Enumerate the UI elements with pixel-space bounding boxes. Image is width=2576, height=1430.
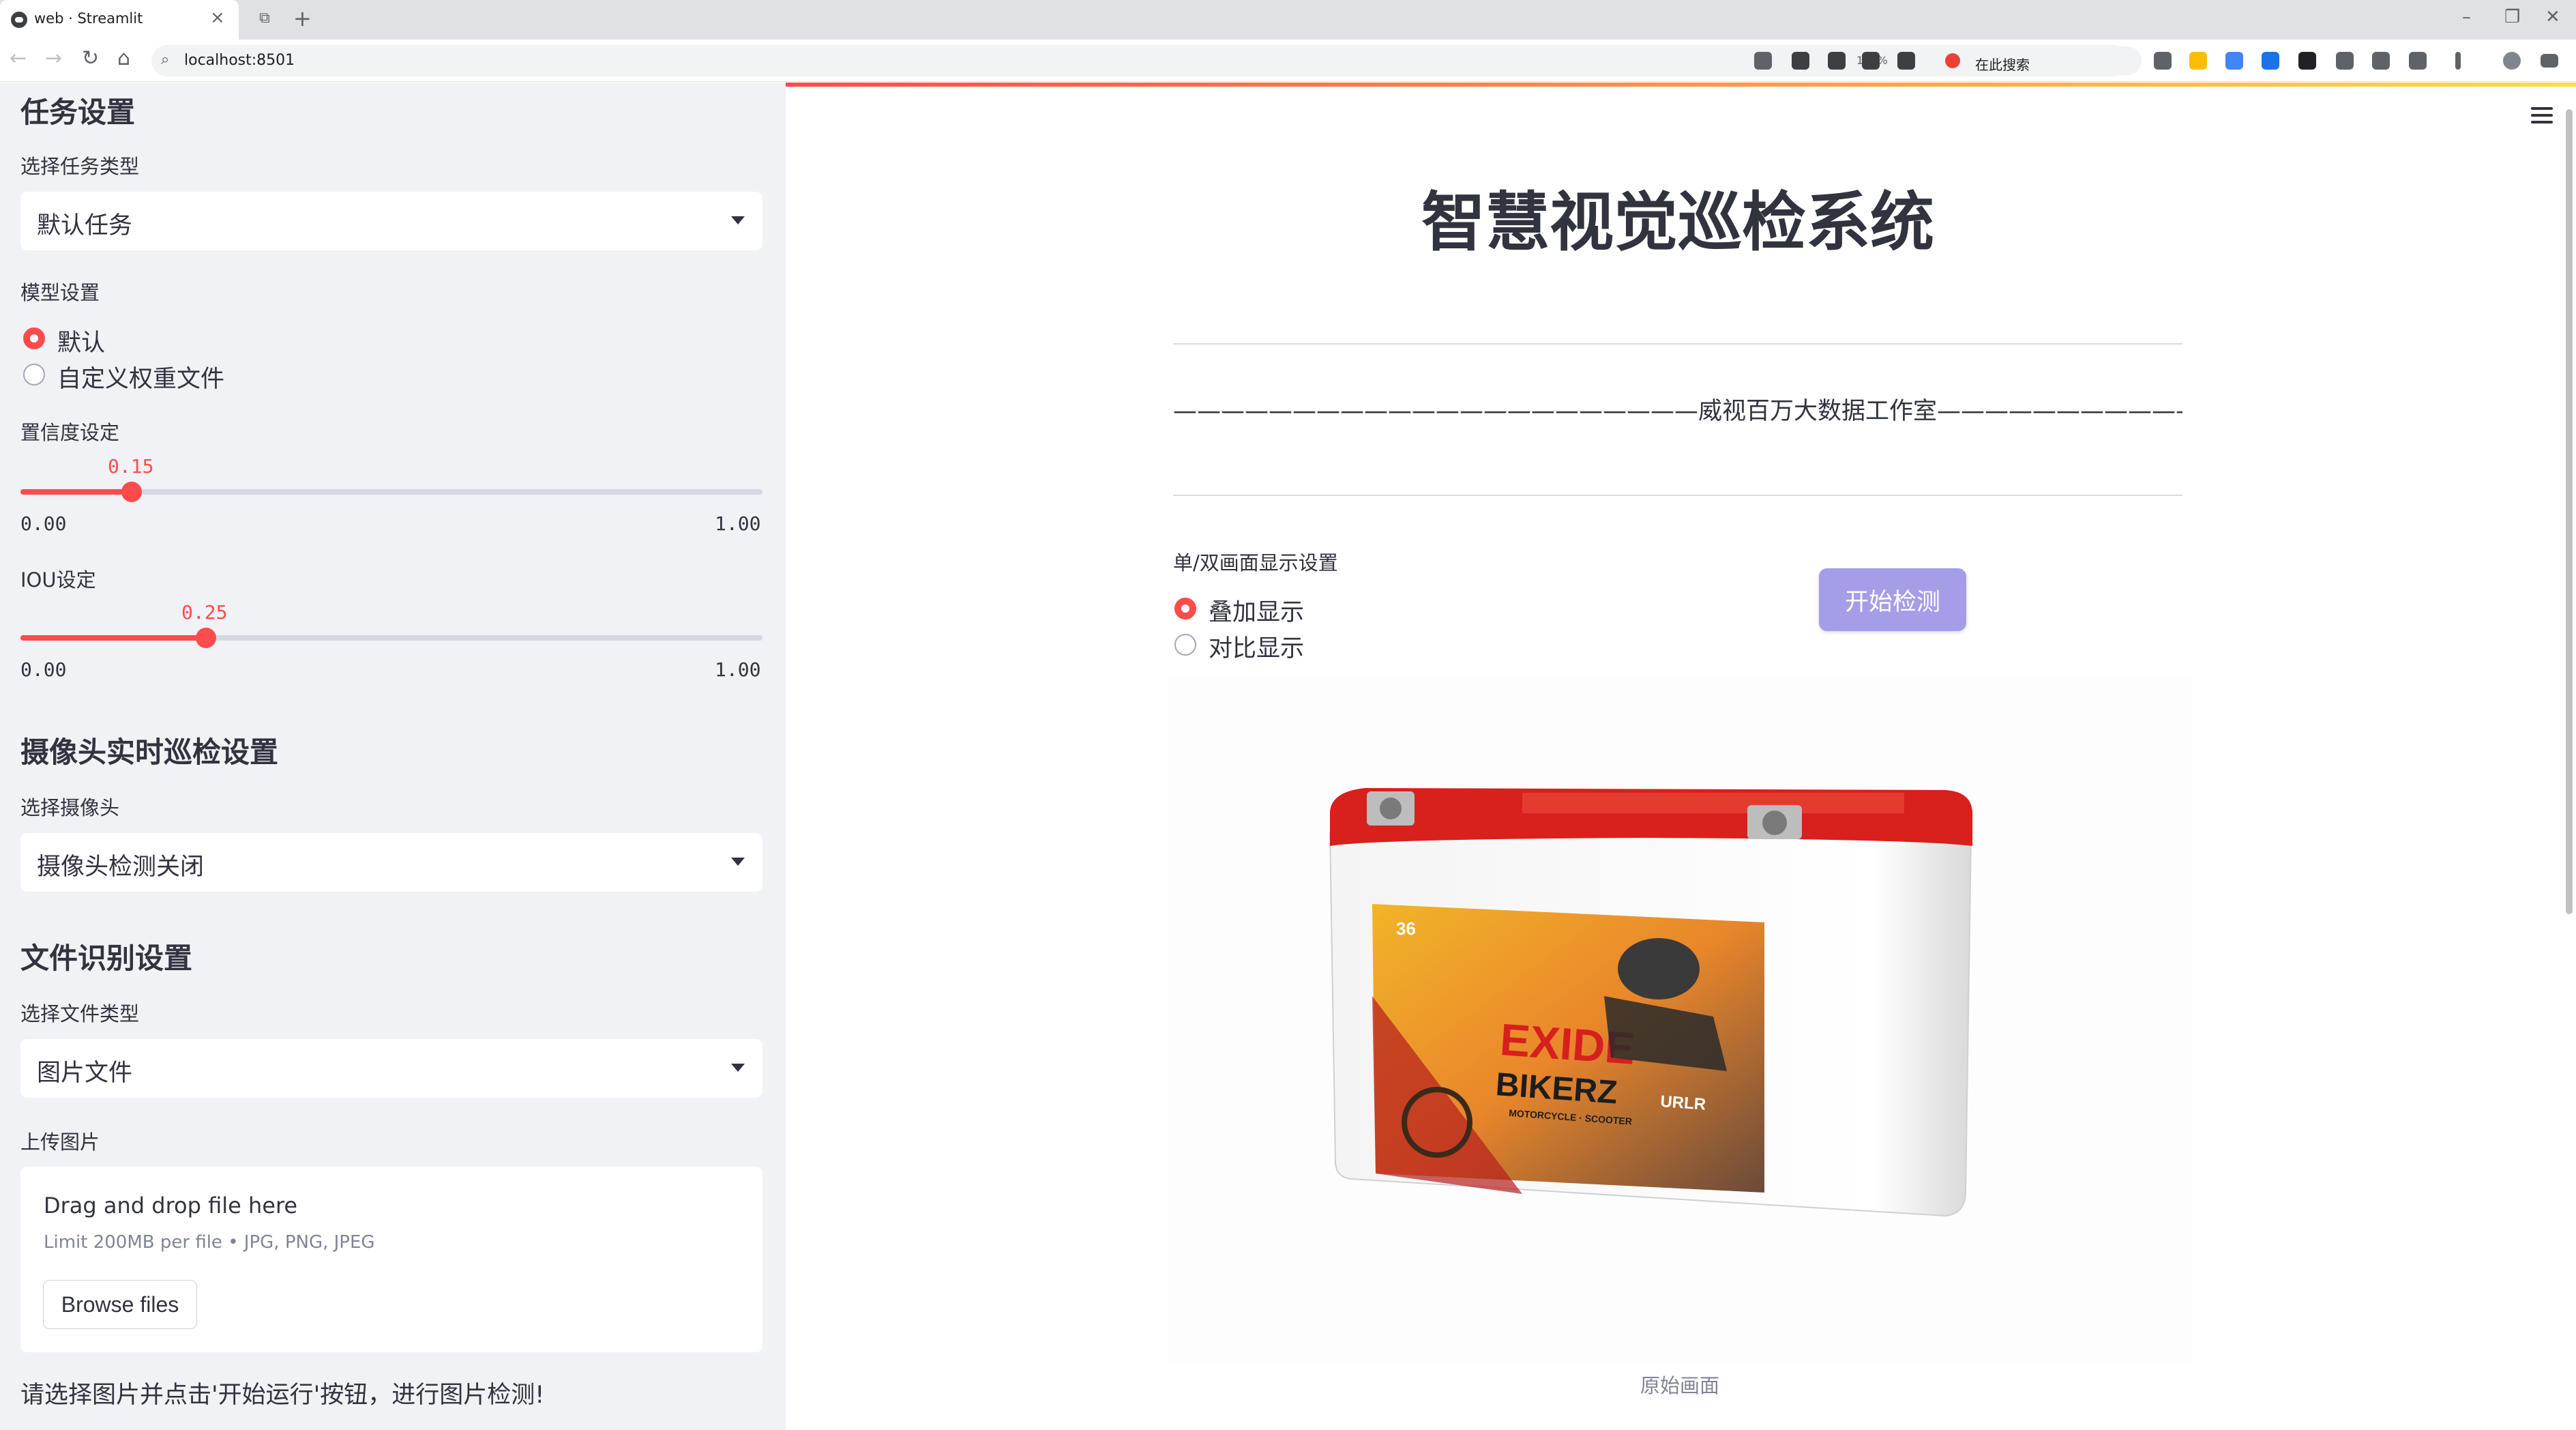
iou-value: 0.25: [181, 601, 228, 624]
upload-label: 上传图片: [20, 1130, 100, 1154]
battery-image: 36 EXIDE BIKERZ URLR MOTORCYCLE · SCOOTE…: [1329, 788, 1972, 1217]
confidence-slider-fill: [20, 489, 132, 495]
screenshot-icon[interactable]: [1828, 52, 1846, 70]
translate-icon[interactable]: [1754, 52, 1772, 70]
file-settings-heading: 文件识别设置: [20, 942, 193, 975]
iou-slider-fill: [20, 635, 206, 641]
search-placeholder: 在此搜索: [1975, 57, 2030, 73]
task-type-select[interactable]: 默认任务: [20, 192, 763, 250]
task-type-label: 选择任务类型: [20, 155, 140, 178]
confidence-max: 1.00: [715, 512, 761, 535]
share-icon[interactable]: [1862, 52, 1880, 70]
display-setting-label: 单/双画面显示设置: [1173, 551, 1338, 574]
file-type-label: 选择文件类型: [20, 1002, 140, 1025]
tools-icon[interactable]: [2409, 52, 2427, 70]
restore-icon[interactable]: ❐: [2504, 7, 2520, 27]
camera-settings-heading: 摄像头实时巡检设置: [20, 735, 279, 769]
model-default-label: 默认: [57, 330, 106, 357]
overlay-display-label: 叠加显示: [1209, 599, 1305, 626]
camera-select-label: 选择摄像头: [20, 796, 120, 819]
extension-blue-icon[interactable]: [2262, 52, 2279, 70]
compare-display-label: 对比显示: [1209, 635, 1305, 662]
favorites-icon[interactable]: [2372, 52, 2390, 70]
search-engine-icon: [1945, 53, 1960, 68]
back-icon[interactable]: ←: [10, 46, 27, 70]
home-icon[interactable]: ⌂: [117, 46, 130, 70]
browser-tab[interactable]: web · Streamlit ×: [0, 0, 239, 40]
profile-avatar[interactable]: [2503, 52, 2521, 70]
divider-bottom: [1173, 495, 2182, 496]
upload-hint: 请选择图片并点击'开始运行'按钮，进行图片检测!: [20, 1382, 545, 1409]
file-type-value: 图片文件: [37, 1060, 133, 1087]
sidebar: 任务设置 选择任务类型 默认任务 模型设置 默认 自定义权重文件 置信度设定 0…: [0, 83, 786, 1430]
browse-files-button[interactable]: Browse files: [43, 1280, 197, 1329]
scrollbar[interactable]: [2566, 109, 2573, 914]
battery-side-label: URLR: [1660, 1092, 1706, 1114]
model-custom-label: 自定义权重文件: [57, 366, 225, 393]
camera-select-value: 摄像头检测关闭: [37, 853, 205, 881]
iou-max: 1.00: [715, 658, 761, 681]
browser-tab-bar: web · Streamlit × ⧉ + – ❐ ✕: [0, 0, 2576, 40]
confidence-min: 0.00: [20, 512, 67, 535]
forward-icon[interactable]: →: [45, 46, 62, 70]
lightning-icon[interactable]: [1792, 52, 1809, 70]
reload-icon[interactable]: ↻: [82, 46, 99, 70]
overlay-display-radio[interactable]: [1174, 598, 1196, 619]
minimize-icon[interactable]: –: [2462, 7, 2471, 27]
confidence-value: 0.15: [108, 455, 154, 478]
model-custom-radio[interactable]: [23, 364, 45, 385]
task-settings-heading: 任务设置: [20, 96, 136, 129]
browser-search-box[interactable]: 在此搜索: [1937, 46, 2142, 75]
hamburger-menu-icon[interactable]: [2531, 107, 2553, 125]
divider-top: [1173, 343, 2182, 345]
download-icon[interactable]: [2336, 52, 2354, 70]
file-dropzone[interactable]: Drag and drop file here Limit 200MB per …: [20, 1167, 763, 1352]
compare-display-radio[interactable]: [1174, 634, 1196, 656]
extension-ai-icon[interactable]: [2189, 52, 2207, 70]
model-settings-label: 模型设置: [20, 281, 100, 304]
page-title: 智慧视觉巡检系统: [1421, 186, 1934, 260]
model-default-radio[interactable]: [23, 327, 45, 349]
search-icon: ⌕: [161, 51, 170, 68]
tab-title: web · Streamlit: [34, 10, 143, 27]
original-image: 36 EXIDE BIKERZ URLR MOTORCYCLE · SCOOTE…: [1168, 675, 2192, 1365]
dropzone-limit: Limit 200MB per file • JPG, PNG, JPEG: [44, 1232, 375, 1253]
confidence-slider[interactable]: [20, 482, 763, 502]
iou-label: IOU设定: [20, 568, 96, 592]
task-type-value: 默认任务: [37, 212, 133, 239]
window-close-icon[interactable]: ✕: [2545, 7, 2560, 27]
confidence-slider-thumb[interactable]: [121, 482, 143, 502]
iou-min: 0.00: [20, 658, 67, 681]
file-type-select[interactable]: 图片文件: [20, 1039, 763, 1098]
start-detection-button[interactable]: 开始检测: [1819, 568, 1966, 631]
browser-menu-icon[interactable]: [2541, 54, 2558, 68]
iou-slider-thumb[interactable]: [196, 628, 216, 648]
split-view-icon[interactable]: ⧉: [259, 10, 270, 27]
more-menu-icon[interactable]: [2455, 52, 2461, 70]
extension-translate-icon[interactable]: [2225, 52, 2243, 70]
iou-slider[interactable]: [20, 628, 763, 648]
reader-icon[interactable]: [2154, 52, 2172, 70]
page-subtitle: ——————————————————————威视百万大数据工作室————————…: [1173, 398, 2182, 425]
camera-select[interactable]: 摄像头检测关闭: [20, 833, 763, 892]
battery-badge: 36: [1396, 918, 1416, 939]
tab-close-icon[interactable]: ×: [210, 8, 225, 28]
confidence-label: 置信度设定: [20, 421, 120, 444]
streamlit-top-decoration: [786, 83, 2576, 87]
chevron-down-icon: [731, 858, 745, 866]
dropzone-text: Drag and drop file here: [44, 1193, 298, 1219]
image-caption: 原始画面: [1640, 1374, 1719, 1397]
extension-dark-icon[interactable]: [2298, 52, 2316, 70]
url-text: localhost:8501: [184, 52, 295, 69]
streamlit-favicon-icon: [11, 12, 27, 28]
new-tab-icon[interactable]: +: [293, 5, 312, 31]
bookmark-star-icon[interactable]: [1897, 52, 1915, 70]
chevron-down-icon: [731, 1064, 745, 1072]
chevron-down-icon: [731, 216, 745, 224]
